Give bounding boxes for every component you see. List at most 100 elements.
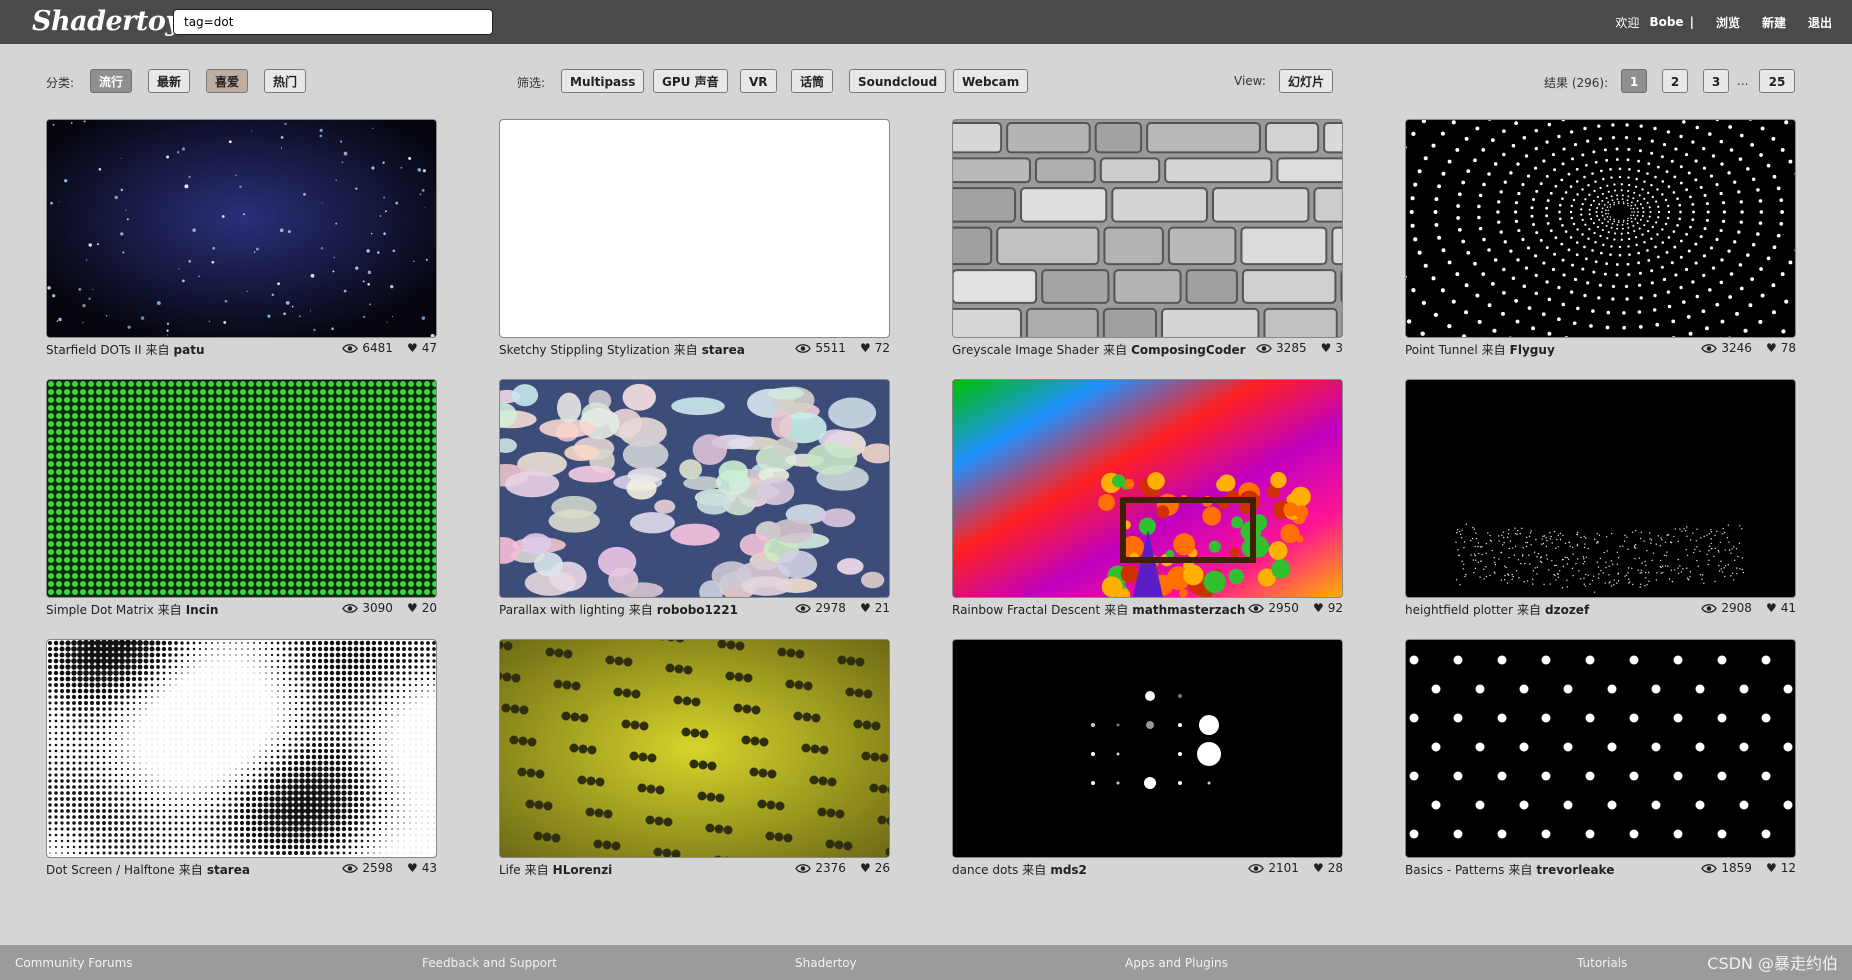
shader-author[interactable]: ComposingCoder bbox=[1131, 343, 1245, 357]
footer-link-tutorials[interactable]: Tutorials bbox=[1577, 956, 1627, 970]
search-input[interactable] bbox=[173, 9, 493, 35]
logout-link[interactable]: 退出 bbox=[1808, 14, 1832, 31]
view-count: 2376 bbox=[815, 861, 846, 875]
shader-thumbnail[interactable] bbox=[499, 119, 890, 338]
shader-preview-image bbox=[1406, 120, 1795, 337]
sort-love-button[interactable]: 喜爱 bbox=[206, 69, 249, 93]
shader-author[interactable]: HLorenzi bbox=[553, 863, 613, 877]
shader-preview-image bbox=[1406, 380, 1795, 597]
shader-preview-image bbox=[47, 380, 436, 597]
filter-soundcloud-button[interactable]: Soundcloud bbox=[849, 69, 947, 93]
heart-icon: ♥ bbox=[1765, 341, 1777, 355]
eye-icon bbox=[342, 863, 359, 873]
eye-icon bbox=[1701, 603, 1718, 613]
view-count: 3090 bbox=[362, 601, 393, 615]
shader-author[interactable]: trevorleake bbox=[1536, 863, 1614, 877]
shader-title[interactable]: dance dots bbox=[952, 863, 1018, 877]
filter-webcam-button[interactable]: Webcam bbox=[953, 69, 1029, 93]
like-count: 21 bbox=[874, 601, 890, 615]
shader-title[interactable]: Starfield DOTs II bbox=[46, 343, 142, 357]
page-ellipsis: ... bbox=[1737, 74, 1749, 88]
shader-thumbnail[interactable] bbox=[952, 119, 1343, 338]
logo[interactable]: Shadertoy bbox=[32, 6, 181, 37]
shader-info: Greyscale Image Shader 来自 ComposingCoder 3… bbox=[952, 341, 1343, 357]
watermark: CSDN @暴走约伯 bbox=[1707, 954, 1838, 973]
shader-title[interactable]: Dot Screen / Halftone bbox=[46, 863, 175, 877]
shader-info: Basics - Patterns 来自 trevorleake 1859 ♥ 12 bbox=[1405, 861, 1796, 877]
shader-author[interactable]: mathmasterzach bbox=[1132, 603, 1245, 617]
footer-link-apps[interactable]: Apps and Plugins bbox=[1125, 956, 1228, 970]
view-slideshow-button[interactable]: 幻灯片 bbox=[1279, 69, 1334, 93]
from-label: 来自 bbox=[1481, 343, 1506, 357]
shader-title[interactable]: Rainbow Fractal Descent bbox=[952, 603, 1100, 617]
shader-author[interactable]: Flyguy bbox=[1510, 343, 1555, 357]
shader-info: Rainbow Fractal Descent 来自 mathmasterzach … bbox=[952, 601, 1343, 617]
shader-preview-image bbox=[1406, 640, 1795, 857]
view-count: 3285 bbox=[1276, 341, 1307, 355]
shader-title[interactable]: heightfield plotter bbox=[1405, 603, 1513, 617]
results-count: 结果 (296): bbox=[1544, 76, 1609, 90]
shader-stats: 2598 ♥ 43 bbox=[342, 861, 437, 875]
heart-icon: ♥ bbox=[406, 341, 418, 355]
like-count: 41 bbox=[1780, 601, 1796, 615]
filter-gpu-sound-button[interactable]: GPU 声音 bbox=[653, 69, 728, 93]
shader-thumbnail[interactable] bbox=[952, 379, 1343, 598]
sort-hot-button[interactable]: 热门 bbox=[264, 69, 307, 93]
shader-stats: 2950 ♥ 92 bbox=[1248, 601, 1343, 615]
like-count: 78 bbox=[1780, 341, 1796, 355]
page-1-button[interactable]: 1 bbox=[1621, 69, 1647, 93]
top-bar: Shadertoy 欢迎 Bobe | 浏览 新建 退出 bbox=[0, 0, 1852, 44]
footer-link-forums[interactable]: Community Forums bbox=[15, 956, 133, 970]
shader-title[interactable]: Greyscale Image Shader bbox=[952, 343, 1099, 357]
shader-thumbnail[interactable] bbox=[499, 379, 890, 598]
sort-popular-button[interactable]: 流行 bbox=[90, 69, 133, 93]
welcome-text: 欢迎 bbox=[1615, 15, 1640, 30]
shader-info: dance dots 来自 mds2 2101 ♥ 28 bbox=[952, 861, 1343, 877]
new-shader-link[interactable]: 新建 bbox=[1762, 14, 1786, 31]
shader-thumbnail[interactable] bbox=[46, 639, 437, 858]
shader-title[interactable]: Basics - Patterns bbox=[1405, 863, 1504, 877]
page-2-button[interactable]: 2 bbox=[1662, 69, 1688, 93]
filter-multipass-button[interactable]: Multipass bbox=[561, 69, 645, 93]
filter-microphone-button[interactable]: 话筒 bbox=[791, 69, 834, 93]
shader-title[interactable]: Life bbox=[499, 863, 521, 877]
shader-author[interactable]: patu bbox=[174, 343, 205, 357]
shader-thumbnail[interactable] bbox=[499, 639, 890, 858]
shader-thumbnail[interactable] bbox=[46, 379, 437, 598]
view-count: 2101 bbox=[1268, 861, 1299, 875]
footer-link-feedback[interactable]: Feedback and Support bbox=[422, 956, 557, 970]
shader-thumbnail[interactable] bbox=[1405, 119, 1796, 338]
filter-vr-button[interactable]: VR bbox=[740, 69, 777, 93]
from-label: 来自 bbox=[178, 863, 203, 877]
page-3-button[interactable]: 3 bbox=[1703, 69, 1729, 93]
shader-preview-image bbox=[47, 640, 436, 857]
shader-author[interactable]: starea bbox=[702, 343, 745, 357]
view-count: 2950 bbox=[1268, 601, 1299, 615]
shader-title[interactable]: Simple Dot Matrix bbox=[46, 603, 154, 617]
shader-author[interactable]: mds2 bbox=[1050, 863, 1087, 877]
shader-thumbnail[interactable] bbox=[46, 119, 437, 338]
shader-author[interactable]: robobo1221 bbox=[657, 603, 738, 617]
shader-title[interactable]: Sketchy Stippling Stylization bbox=[499, 343, 670, 357]
shader-author[interactable]: starea bbox=[207, 863, 250, 877]
shader-info: heightfield plotter 来自 dzozef 2908 ♥ 41 bbox=[1405, 601, 1796, 617]
view-count: 5511 bbox=[815, 341, 846, 355]
shader-thumbnail[interactable] bbox=[1405, 379, 1796, 598]
shader-thumbnail[interactable] bbox=[1405, 639, 1796, 858]
heart-icon: ♥ bbox=[1312, 601, 1324, 615]
browse-link[interactable]: 浏览 bbox=[1716, 14, 1740, 31]
like-count: 43 bbox=[421, 861, 437, 875]
shader-thumbnail[interactable] bbox=[952, 639, 1343, 858]
footer-link-shadertoy[interactable]: Shadertoy bbox=[795, 956, 857, 970]
from-label: 来自 bbox=[145, 343, 170, 357]
view-count: 2598 bbox=[362, 861, 393, 875]
shader-title[interactable]: Point Tunnel bbox=[1405, 343, 1478, 357]
shader-stats: 2101 ♥ 28 bbox=[1248, 861, 1343, 875]
shader-title[interactable]: Parallax with lighting bbox=[499, 603, 625, 617]
like-count: 26 bbox=[874, 861, 890, 875]
shader-author[interactable]: Incin bbox=[186, 603, 219, 617]
sort-newest-button[interactable]: 最新 bbox=[148, 69, 191, 93]
shader-author[interactable]: dzozef bbox=[1545, 603, 1589, 617]
username-link[interactable]: Bobe bbox=[1649, 15, 1683, 29]
page-last-button[interactable]: 25 bbox=[1759, 69, 1795, 93]
